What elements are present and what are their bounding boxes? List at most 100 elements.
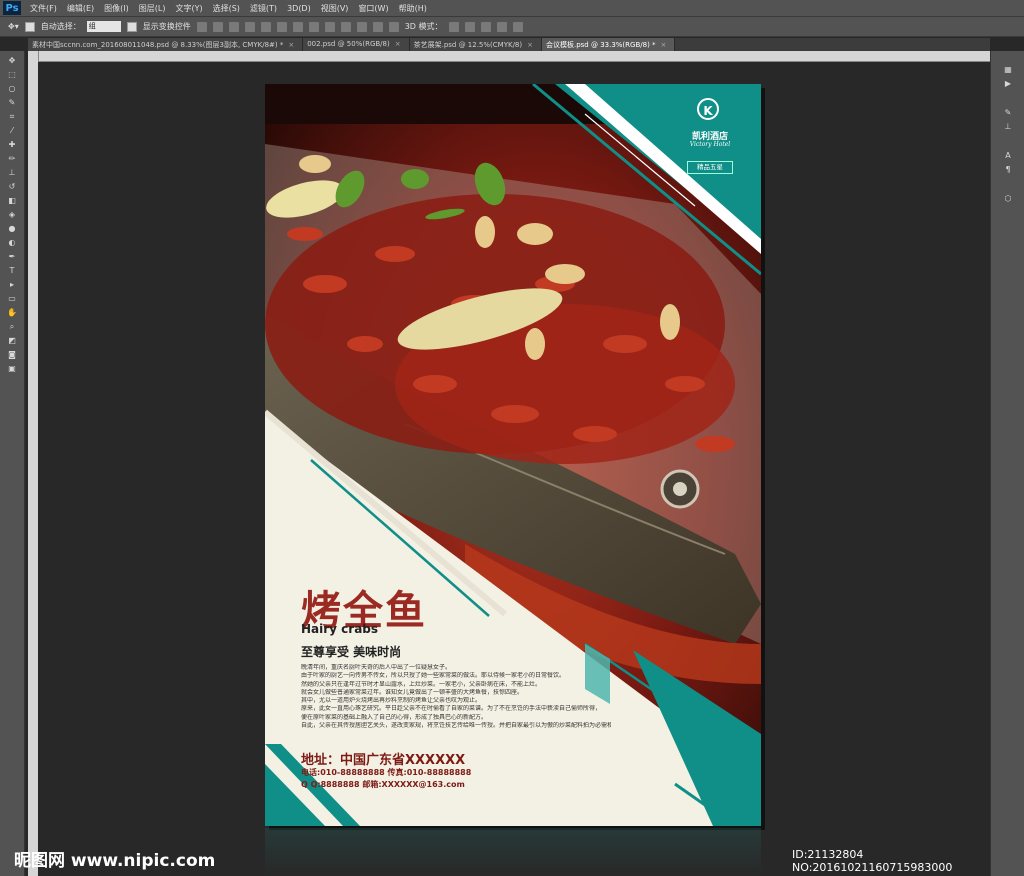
3d-panel-icon[interactable]: ⬡ [1003, 194, 1014, 203]
close-icon[interactable]: × [395, 40, 401, 48]
distribute-left-icon[interactable] [340, 21, 351, 32]
menu-help[interactable]: 帮助(H) [394, 3, 432, 14]
body-line: 然她的父亲只在逢年过节时才显山露水，上灶炒菜。一家老小，父亲卧病在床，不能上灶。 [301, 680, 542, 688]
marquee-tool-icon[interactable]: ⬚ [7, 70, 18, 79]
body-line: 自此，父亲在其传授居胆艺关头，遂改变家规，将烹饪技艺传给唯一传授。并把自家最引以… [301, 722, 611, 730]
photoshop-logo: Ps [3, 1, 21, 15]
poster-phone: 电话:010-88888888 传真:010-88888888 [301, 768, 472, 777]
character-panel-icon[interactable]: A [1003, 151, 1014, 160]
body-line: 由于叶家的厨艺一向传男不传女，所以只授了她一些家常菜的做法。耶以侍候一家老小的日… [301, 672, 566, 680]
brush-tool-icon[interactable]: ✏ [7, 154, 18, 163]
brush-panel-icon[interactable]: ✎ [1003, 108, 1014, 117]
hotel-logo: K [697, 98, 719, 120]
tab-document-2[interactable]: 002.psd @ 50%(RGB/8) × [303, 38, 410, 51]
close-icon[interactable]: × [288, 41, 294, 49]
tab-label: 茶艺展架.psd @ 12.5%(CMYK/8) [413, 41, 523, 49]
distribute-center-icon[interactable] [356, 21, 367, 32]
quick-mask-icon[interactable]: ◙ [7, 350, 18, 359]
crop-tool-icon[interactable]: ⌗ [7, 112, 18, 121]
body-line: 就会女儿做些普通家常菜过年。谁知女儿竟做出了一顿丰盛的大烤鱼餐，技惊四座。 [301, 688, 524, 696]
menu-file[interactable]: 文件(F) [25, 3, 62, 14]
auto-select-dropdown[interactable]: 组 [86, 21, 121, 32]
blur-tool-icon[interactable]: ● [7, 224, 18, 233]
body-line: 其中，尤以一道用炉火烧烤出再炒料烹制的烤鱼让父亲也叹为观止。 [301, 697, 482, 705]
dodge-tool-icon[interactable]: ◐ [7, 238, 18, 247]
quick-select-tool-icon[interactable]: ✎ [7, 98, 18, 107]
show-transform-checkbox[interactable] [126, 21, 137, 32]
menu-view[interactable]: 视图(V) [316, 3, 354, 14]
drag-3d-icon[interactable] [480, 21, 491, 32]
stamp-tool-icon[interactable]: ⊥ [7, 168, 18, 177]
tab-document-1[interactable]: 素材中国sccnn.com_201608011048.psd @ 8.33%(图… [28, 38, 304, 51]
close-icon[interactable]: × [527, 41, 533, 49]
type-tool-icon[interactable]: T [7, 266, 18, 275]
poster-qq-email: Q Q:8888888 邮箱:XXXXXX@163.com [301, 780, 465, 789]
tab-document-4[interactable]: 会议模板.psd @ 33.3%(RGB/8) * × [541, 38, 676, 51]
menu-select[interactable]: 选择(S) [208, 3, 245, 14]
close-icon[interactable]: × [661, 41, 667, 49]
auto-align-icon[interactable] [388, 21, 399, 32]
move-tool-icon[interactable]: ✥ [7, 56, 18, 65]
poster-body: 晚清年间，重庆名厨叶天奇的后人中出了一位疑慧女子。 由于叶家的厨艺一向传男不传女… [301, 664, 611, 730]
move-tool-icon[interactable]: ✥▾ [8, 22, 19, 31]
menu-layer[interactable]: 图层(L) [134, 3, 171, 14]
watermark-id: ID:21132804 NO:20161021160715983000 [792, 848, 953, 874]
body-line: 晚清年间，重庆名厨叶天奇的后人中出了一位疑慧女子。 [301, 664, 452, 671]
tab-document-3[interactable]: 茶艺展架.psd @ 12.5%(CMYK/8) × [409, 38, 542, 51]
history-brush-tool-icon[interactable]: ↺ [7, 182, 18, 191]
scale-3d-icon[interactable] [512, 21, 523, 32]
poster-subtitle-en: Hairy crabs [301, 622, 379, 636]
lasso-tool-icon[interactable]: ○ [7, 84, 18, 93]
zoom-tool-icon[interactable]: ⌕ [7, 322, 18, 331]
eraser-tool-icon[interactable]: ◧ [7, 196, 18, 205]
align-bottom-icon[interactable] [228, 21, 239, 32]
hand-tool-icon[interactable]: ✋ [7, 308, 18, 317]
align-top-icon[interactable] [196, 21, 207, 32]
align-middle-icon[interactable] [212, 21, 223, 32]
auto-select-checkbox[interactable] [24, 21, 35, 32]
bucket-tool-icon[interactable]: ◈ [7, 210, 18, 219]
show-transform-label: 显示变换控件 [142, 22, 191, 31]
distribute-bottom-icon[interactable] [324, 21, 335, 32]
pen-tool-icon[interactable]: ✒ [7, 252, 18, 261]
menu-window[interactable]: 窗口(W) [353, 3, 393, 14]
eyedropper-tool-icon[interactable]: ⁄ [7, 126, 18, 135]
screen-mode-icon[interactable]: ▣ [7, 364, 18, 373]
paragraph-panel-icon[interactable]: ¶ [1003, 165, 1014, 174]
actions-panel-icon[interactable]: ▶ [1003, 79, 1014, 88]
color-swatch-icon[interactable]: ◩ [7, 336, 18, 345]
poster-slogan: 至尊享受 美味时尚 [301, 645, 402, 659]
body-line: 原来，此女一直用心琢艺研究。平日趁父亲不在时偷看了自家的菜谱。为了不在烹饪的手法… [301, 705, 602, 713]
align-center-icon[interactable] [260, 21, 271, 32]
mode-3d-label: 3D 模式： [404, 22, 443, 31]
shape-tool-icon[interactable]: ▭ [7, 294, 18, 303]
distribute-right-icon[interactable] [372, 21, 383, 32]
menu-image[interactable]: 图像(I) [99, 3, 134, 14]
menu-edit[interactable]: 编辑(E) [62, 3, 99, 14]
roll-3d-icon[interactable] [464, 21, 475, 32]
options-bar: ✥▾ 自动选择： 组 显示变换控件 3D 模式： [0, 17, 1024, 37]
history-panel-icon[interactable]: ▦ [1003, 65, 1014, 74]
tab-label: 002.psd @ 50%(RGB/8) [307, 40, 390, 48]
tab-label: 会议模板.psd @ 33.3%(RGB/8) * [545, 41, 656, 49]
distribute-top-icon[interactable] [292, 21, 303, 32]
poster-address: 地址：中国广东省XXXXXX [301, 753, 466, 768]
slide-3d-icon[interactable] [496, 21, 507, 32]
align-right-icon[interactable] [276, 21, 287, 32]
tools-panel: ✥ ⬚ ○ ✎ ⌗ ⁄ ✚ ✏ ⊥ ↺ ◧ ◈ ● ◐ ✒ T ▸ ▭ ✋ ⌕ … [0, 51, 25, 876]
menu-type[interactable]: 文字(Y) [170, 3, 207, 14]
body-line: 便在原叶家菜的基础上融入了自己的心得，形成了独具巴心的新配方。 [301, 713, 488, 721]
align-left-icon[interactable] [244, 21, 255, 32]
path-select-tool-icon[interactable]: ▸ [7, 280, 18, 289]
panel-dock: ▦ ▶ ✎ ⊥ A ¶ ⬡ [990, 51, 1024, 876]
rotate-3d-icon[interactable] [448, 21, 459, 32]
hotel-name-en: Victory Hotel [689, 141, 731, 148]
clone-source-panel-icon[interactable]: ⊥ [1003, 122, 1014, 131]
menu-filter[interactable]: 滤镜(T) [245, 3, 282, 14]
menu-bar: Ps 文件(F) 编辑(E) 图像(I) 图层(L) 文字(Y) 选择(S) 滤… [0, 0, 1024, 17]
menu-3d[interactable]: 3D(D) [282, 4, 316, 13]
poster-document[interactable]: K 凯利酒店 Victory Hotel 精品五星 烤全鱼 Hairy crab… [265, 84, 761, 826]
tab-label: 素材中国sccnn.com_201608011048.psd @ 8.33%(图… [32, 41, 284, 49]
distribute-middle-icon[interactable] [308, 21, 319, 32]
healing-tool-icon[interactable]: ✚ [7, 140, 18, 149]
